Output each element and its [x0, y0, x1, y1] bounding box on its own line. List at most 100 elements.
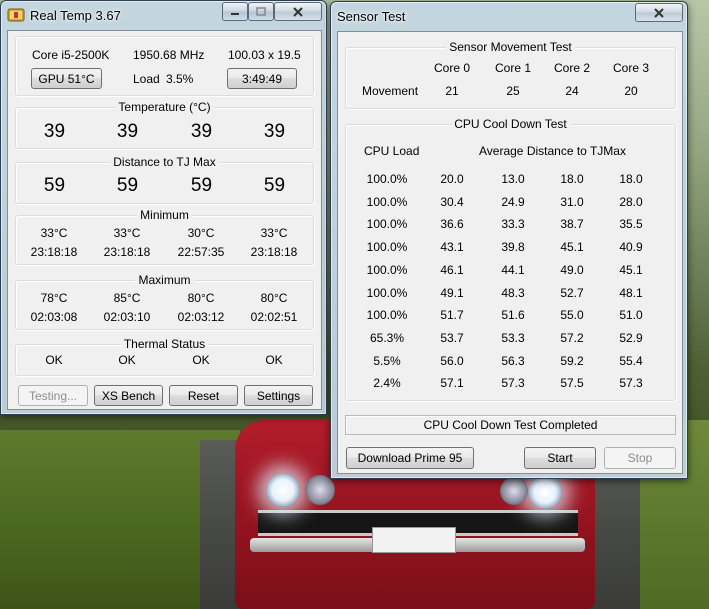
core3-distance-cell: 28.0 — [619, 194, 643, 209]
sensor-test-client: Sensor Movement Test Core 0 Core 1 Core … — [337, 31, 683, 474]
core1-distance-cell: 51.6 — [501, 308, 525, 323]
core2-temperature: 39 — [190, 121, 213, 142]
minimize-button[interactable] — [222, 2, 248, 21]
car-headlight — [528, 475, 562, 509]
core1-thermal-status: OK — [118, 353, 136, 367]
core0-distance-cell: 43.1 — [440, 240, 464, 255]
thermometer-icon — [7, 6, 25, 24]
sensor-movement-label: Sensor Movement Test — [446, 40, 575, 54]
test-status: CPU Cool Down Test Completed — [345, 415, 676, 435]
cpu-load-cell: 100.0% — [366, 240, 408, 255]
avg-distance-header: Average Distance to TJMax — [479, 144, 626, 158]
download-prime95-button[interactable]: Download Prime 95 — [346, 447, 474, 469]
core0-max-temp: 78°C — [40, 291, 68, 305]
core0-thermal-status: OK — [45, 353, 63, 367]
core1-temperature: 39 — [116, 121, 139, 142]
load-value: 3.5% — [166, 72, 194, 86]
core3-distance: 59 — [263, 175, 286, 196]
gpu-temp-button[interactable]: GPU 51°C — [31, 68, 102, 89]
cpu-load-cell: 100.0% — [366, 262, 408, 277]
core3-min-temp: 33°C — [260, 226, 288, 240]
cpu-load-cell: 100.0% — [366, 194, 408, 209]
close-icon — [654, 7, 664, 18]
core3-thermal-status: OK — [265, 353, 283, 367]
cpu-load-cell: 2.4% — [373, 376, 401, 391]
close-button[interactable] — [274, 2, 322, 21]
core2-thermal-status: OK — [192, 353, 210, 367]
core3-temperature: 39 — [263, 121, 286, 142]
sensor-test-titlebar[interactable]: Sensor Test — [331, 2, 687, 30]
cpu-model: Core i5-2500K — [32, 48, 110, 62]
core1-distance-cell: 56.3 — [501, 353, 525, 368]
core3-distance-cell: 51.0 — [619, 308, 643, 323]
sensor-test-window: Sensor Test Sensor Movement Test Core 0 … — [330, 1, 688, 479]
minimum-label: Minimum — [137, 208, 192, 222]
core2-distance-cell: 52.7 — [560, 285, 584, 300]
car-headlight — [305, 475, 335, 505]
core2-distance-cell: 45.1 — [560, 240, 584, 255]
core-header: Core 0 — [433, 61, 471, 75]
core1-max-time: 02:03:10 — [103, 310, 151, 324]
core0-max-time: 02:03:08 — [30, 310, 78, 324]
realtemp-titlebar[interactable]: Real Temp 3.67 — [1, 1, 326, 29]
core1-distance-cell: 44.1 — [501, 262, 525, 277]
settings-button[interactable]: Settings — [244, 385, 313, 406]
core3-max-time: 02:02:51 — [250, 310, 298, 324]
core0-distance-cell: 30.4 — [440, 194, 464, 209]
maximize-icon — [256, 7, 266, 16]
core2-distance-cell: 59.2 — [560, 353, 584, 368]
cpu-load-cell: 100.0% — [366, 308, 408, 323]
window-title: Sensor Test — [337, 9, 406, 24]
core0-distance-cell: 53.7 — [440, 330, 464, 345]
core0-distance-cell: 46.1 — [440, 262, 464, 277]
core3-distance-cell: 57.3 — [619, 376, 643, 391]
cpu-multiplier: 100.03 x 19.5 — [228, 48, 301, 62]
close-button[interactable] — [635, 3, 683, 22]
core3-distance-cell: 35.5 — [619, 217, 643, 232]
core0-movement: 21 — [445, 84, 459, 98]
core1-min-time: 23:18:18 — [103, 245, 151, 259]
reset-button[interactable]: Reset — [169, 385, 238, 406]
sensor-movement-group: Sensor Movement Test — [345, 40, 676, 109]
minimize-icon — [231, 12, 239, 15]
car-headlight — [266, 473, 300, 507]
core1-distance-cell: 13.0 — [501, 172, 525, 186]
close-icon — [293, 6, 303, 17]
core2-min-time: 22:57:35 — [177, 245, 225, 259]
maximum-label: Maximum — [135, 273, 194, 287]
core0-min-temp: 33°C — [40, 226, 68, 240]
maximize-button[interactable] — [248, 2, 274, 21]
core1-distance: 59 — [116, 175, 139, 196]
testing-button[interactable]: Testing... — [18, 385, 88, 406]
core1-distance-cell: 33.3 — [501, 217, 525, 232]
core2-distance-cell: 49.0 — [560, 262, 584, 277]
core2-distance-cell: 31.0 — [560, 194, 584, 209]
core-header: Core 2 — [553, 61, 591, 75]
cool-down-label: CPU Cool Down Test — [451, 117, 570, 131]
cpu-clock: 1950.68 MHz — [133, 48, 205, 62]
core3-movement: 20 — [624, 84, 638, 98]
stop-button[interactable]: Stop — [604, 447, 676, 469]
core2-distance-cell: 57.5 — [560, 376, 584, 391]
timer-button[interactable]: 3:49:49 — [227, 68, 297, 89]
temperature-label: Temperature (°C) — [115, 100, 214, 114]
start-button[interactable]: Start — [524, 447, 596, 469]
core0-distance-cell: 56.0 — [440, 353, 464, 368]
distance-label: Distance to TJ Max — [110, 155, 219, 169]
core0-distance-cell: 49.1 — [440, 285, 464, 300]
xs-bench-button[interactable]: XS Bench — [94, 385, 163, 406]
realtemp-window: Real Temp 3.67 Core i5-2500K 1950.68 MHz… — [0, 0, 327, 415]
cpu-load-cell: 65.3% — [369, 330, 405, 345]
core2-distance-cell: 57.2 — [560, 330, 584, 345]
core0-distance-cell: 36.6 — [440, 217, 464, 232]
core1-max-temp: 85°C — [113, 291, 141, 305]
core0-distance: 59 — [43, 175, 66, 196]
core3-distance-cell: 45.1 — [619, 262, 643, 277]
cpu-load-cell: 100.0% — [366, 172, 408, 186]
core2-distance-cell: 18.0 — [560, 172, 584, 186]
core3-distance-cell: 40.9 — [619, 240, 643, 255]
load-label: Load — [133, 72, 160, 86]
core-header: Core 1 — [494, 61, 532, 75]
core3-distance-cell: 18.0 — [619, 172, 643, 186]
core2-max-temp: 80°C — [187, 291, 215, 305]
